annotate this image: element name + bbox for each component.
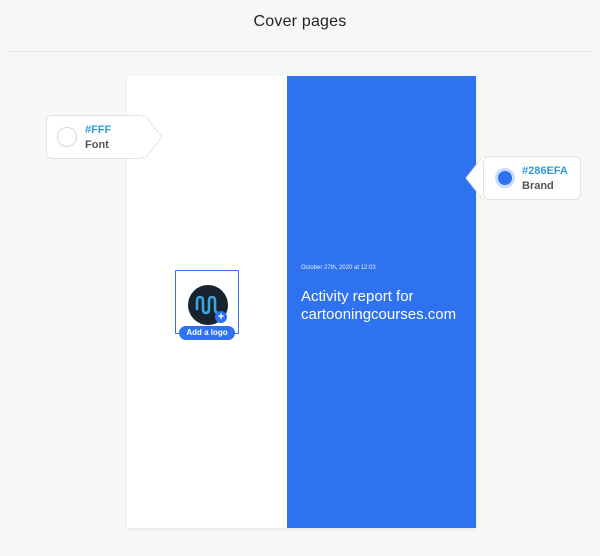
brand-color-swatch[interactable]: #286EFA Brand bbox=[483, 156, 581, 200]
plus-icon[interactable]: + bbox=[215, 311, 227, 323]
brand-color-label: Brand bbox=[522, 180, 554, 192]
cover-page-preview: + Add a logo October 27th, 2020 at 12:03… bbox=[127, 76, 476, 528]
font-color-circle[interactable] bbox=[57, 127, 77, 147]
add-logo-button[interactable]: Add a logo bbox=[179, 326, 235, 340]
brand-color-hex: #286EFA bbox=[522, 165, 568, 177]
font-color-swatch[interactable]: #FFF Font bbox=[46, 115, 146, 159]
header-divider bbox=[6, 51, 594, 52]
font-color-label: Font bbox=[85, 139, 109, 151]
cover-right-panel: October 27th, 2020 at 12:03 Activity rep… bbox=[287, 76, 476, 528]
page-title: Cover pages bbox=[253, 13, 347, 30]
report-title: Activity report for cartooningcourses.co… bbox=[301, 288, 457, 323]
logo-upload-box[interactable]: + Add a logo bbox=[175, 270, 239, 340]
header: Cover pages bbox=[0, 0, 600, 52]
brand-color-circle[interactable] bbox=[495, 168, 515, 188]
font-color-hex: #FFF bbox=[85, 124, 112, 136]
report-date: October 27th, 2020 at 12:03 bbox=[301, 265, 376, 271]
